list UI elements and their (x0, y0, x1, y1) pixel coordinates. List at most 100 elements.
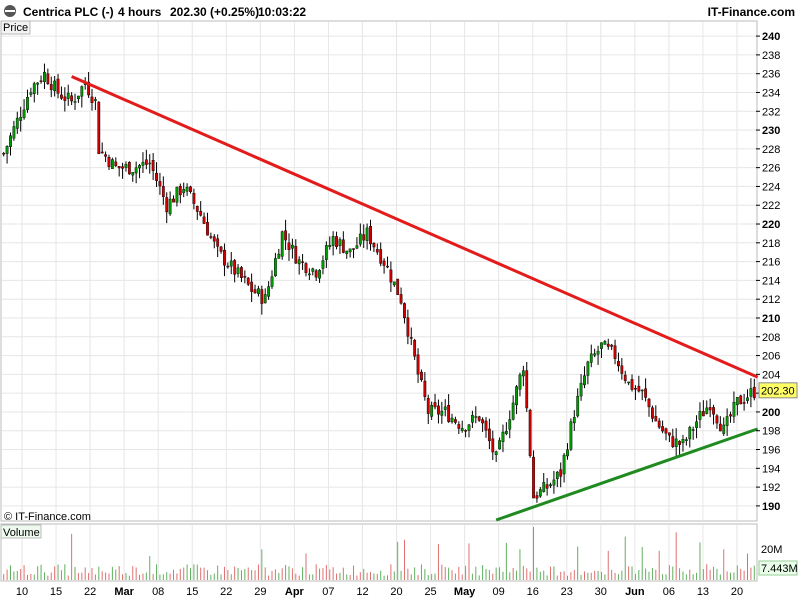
last-price-value: 202.30 (761, 385, 795, 397)
brand-label: IT-Finance.com (708, 5, 795, 19)
candle-body (26, 97, 29, 110)
candle-body (348, 248, 352, 253)
candle-body (654, 415, 658, 422)
candle-body (450, 417, 454, 423)
candle-body (185, 186, 189, 192)
candle-body (586, 361, 590, 376)
candle-body (138, 165, 141, 169)
y-tick-label: 230 (762, 125, 780, 137)
x-tick-label: 10 (16, 586, 28, 598)
candle-body (172, 198, 175, 203)
candle-body (284, 230, 287, 241)
candle-body (572, 417, 576, 424)
candle-body (100, 151, 104, 154)
candle-body (338, 239, 342, 246)
candle-body (667, 432, 671, 436)
candle-body (549, 484, 552, 487)
candle-body (725, 416, 729, 426)
candle-body (243, 276, 247, 278)
candle-body (127, 162, 131, 175)
candle-body (202, 216, 206, 224)
candle-body (440, 410, 444, 416)
price-change-label: 202.30 (+0.25%) (170, 5, 259, 19)
x-tick-label: 06 (663, 586, 675, 598)
candle-body (32, 83, 36, 94)
candle-body (742, 402, 746, 404)
x-tick-label: 09 (493, 586, 505, 598)
candle-body (199, 211, 203, 216)
candle-body (389, 269, 393, 283)
candle-body (610, 344, 614, 347)
volume-last-value: 7.443M (761, 563, 798, 575)
candle-body (22, 109, 26, 118)
price-chart: Centrica PLC (-) 4 hours 202.30 (+0.25%)… (0, 0, 800, 600)
candle-body (555, 471, 559, 480)
candle-body (698, 411, 702, 420)
candle-body (168, 198, 172, 215)
candle-body (640, 389, 644, 392)
candle-body (735, 397, 739, 406)
candle-body (223, 249, 226, 266)
time-label: 10:03:22 (258, 5, 306, 19)
candle-body (12, 126, 16, 139)
candle-body (386, 265, 389, 268)
candle-body (392, 281, 396, 286)
candle-body (294, 245, 298, 264)
candle-body (423, 380, 427, 397)
y-tick-label: 206 (762, 351, 780, 363)
candle-body (297, 259, 301, 265)
candle-body (189, 186, 192, 192)
candle-body (311, 268, 315, 272)
candle-body (484, 420, 488, 431)
candle-body (43, 71, 46, 82)
candle-body (63, 96, 67, 101)
y-tick-label: 194 (762, 463, 780, 475)
candle-body (426, 398, 430, 414)
candle-body (318, 270, 321, 279)
instrument-title: Centrica PLC (-) (23, 5, 114, 19)
x-tick-label: May (454, 586, 476, 598)
candle-body (617, 361, 620, 367)
candle-body (593, 353, 597, 356)
candle-body (253, 289, 257, 294)
y-tick-label: 226 (762, 163, 780, 175)
candle-body (576, 395, 580, 417)
candle-body (134, 167, 138, 174)
candle-body (60, 94, 63, 99)
candle-body (324, 245, 328, 260)
candle-body (538, 489, 542, 497)
candle-body (433, 402, 437, 408)
x-tick-label: 22 (84, 586, 96, 598)
x-tick-label: Jun (625, 586, 645, 598)
candle-body (528, 409, 532, 456)
candle-body (263, 294, 267, 304)
candle-body (151, 160, 155, 171)
candle-body (413, 340, 417, 357)
candle-body (90, 96, 94, 103)
candle-body (226, 265, 230, 268)
candle-body (525, 370, 529, 409)
candle-body (328, 245, 332, 247)
candle-body (664, 428, 668, 434)
candle-body (603, 341, 607, 345)
x-tick-label: 25 (424, 586, 436, 598)
candle-body (630, 379, 634, 390)
candle-body (637, 385, 641, 392)
y-tick-label: 218 (762, 238, 780, 250)
candle-body (355, 245, 359, 249)
candle-body (460, 428, 464, 431)
y-tick-label: 208 (762, 332, 780, 344)
candle-body (165, 197, 169, 213)
candle-body (80, 86, 84, 97)
y-tick-label: 214 (762, 275, 780, 287)
candle-body (545, 484, 549, 489)
candle-body (144, 159, 148, 165)
y-tick-label: 240 (762, 31, 780, 43)
candle-body (729, 414, 732, 417)
candle-body (260, 289, 264, 304)
timeframe-label[interactable]: 4 hours (118, 5, 162, 19)
candle-body (36, 82, 40, 85)
candle-body (521, 370, 525, 377)
candle-body (749, 388, 753, 397)
candle-body (457, 424, 461, 429)
